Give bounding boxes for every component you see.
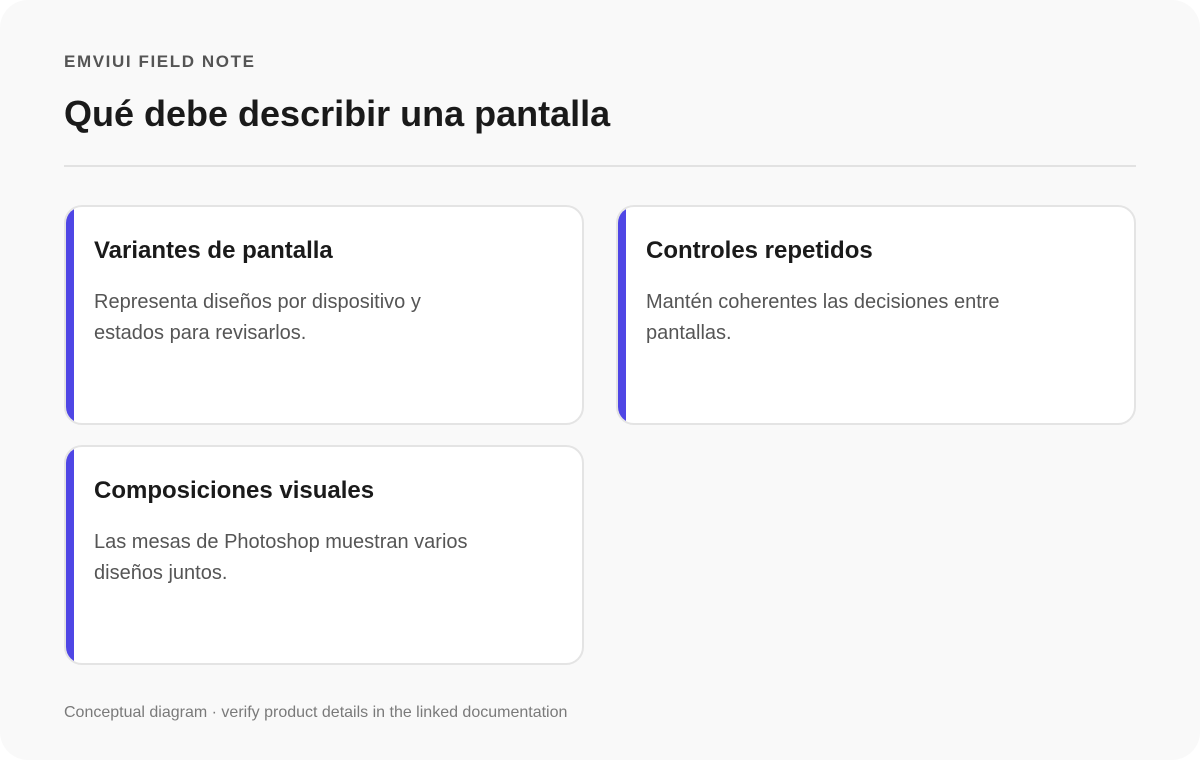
card-title: Controles repetidos bbox=[646, 237, 873, 264]
card-accent-bar bbox=[66, 207, 74, 423]
eyebrow-label: EMVIUI FIELD NOTE bbox=[64, 52, 256, 71]
footnote: Conceptual diagram · verify product deta… bbox=[64, 704, 568, 721]
card-accent-bar bbox=[618, 207, 626, 423]
card-repeated-controls: Controles repetidos Mantén coherentes la… bbox=[616, 205, 1136, 425]
page-title: Qué debe describir una pantalla bbox=[64, 93, 611, 134]
card-body: Mantén coherentes las decisiones entre p… bbox=[646, 291, 1000, 344]
card-screen-variants: Variantes de pantalla Representa diseños… bbox=[64, 205, 584, 425]
card-title: Variantes de pantalla bbox=[94, 237, 333, 264]
card-body: Las mesas de Photoshop muestran varios d… bbox=[94, 531, 468, 584]
header-divider bbox=[64, 165, 1136, 167]
field-note-page: EMVIUI FIELD NOTE Qué debe describir una… bbox=[0, 0, 1200, 760]
card-visual-compositions: Composiciones visuales Las mesas de Phot… bbox=[64, 445, 584, 665]
card-body: Representa diseños por dispositivo y est… bbox=[94, 291, 421, 344]
card-accent-bar bbox=[66, 447, 74, 663]
card-title: Composiciones visuales bbox=[94, 477, 375, 504]
